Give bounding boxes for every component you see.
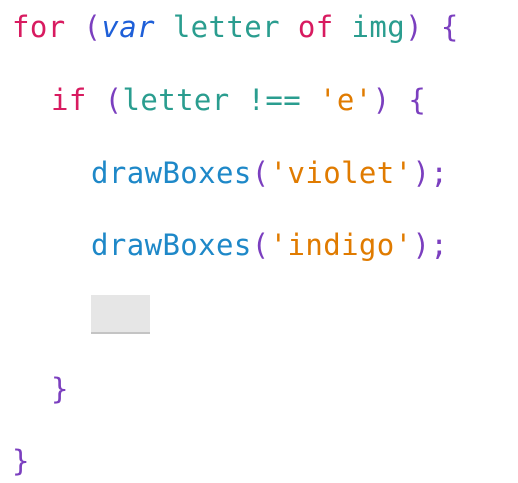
open-paren: ( [251,228,270,262]
identifier-letter: letter [172,10,280,44]
operator-not-equal: !== [247,83,302,117]
close-brace: } [12,444,30,478]
open-paren: ( [251,156,270,190]
string-violet: 'violet' [269,156,413,190]
string-e: 'e' [319,83,373,117]
code-line-if-statement: if (letter !== 'e') { [51,78,426,122]
identifier-img: img [351,10,406,44]
open-brace: { [440,10,459,44]
open-brace: { [408,83,427,117]
string-indigo: 'indigo' [269,228,413,262]
close-paren-semicolon: ); [412,228,449,262]
code-line-close-if: } [51,367,69,411]
close-paren: ) [372,83,391,117]
close-paren-semicolon: ); [412,156,449,190]
code-line-draw-violet: drawBoxes('violet'); [91,151,448,195]
function-drawboxes: drawBoxes [91,228,252,262]
code-blank-slot[interactable] [91,295,150,334]
function-drawboxes: drawBoxes [91,156,252,190]
close-paren: ) [405,10,423,44]
identifier-letter: letter [122,83,230,117]
close-brace: } [51,372,69,406]
code-line-for-loop: for (var letter of img) { [12,5,459,49]
keyword-var: var [101,10,155,44]
keyword-of: of [297,10,334,44]
code-line-draw-indigo: drawBoxes('indigo'); [91,223,448,267]
open-paren: ( [104,83,123,117]
keyword-for: for [12,10,66,44]
code-line-close-for: } [12,439,30,483]
keyword-if: if [51,83,87,117]
open-paren: ( [83,10,102,44]
